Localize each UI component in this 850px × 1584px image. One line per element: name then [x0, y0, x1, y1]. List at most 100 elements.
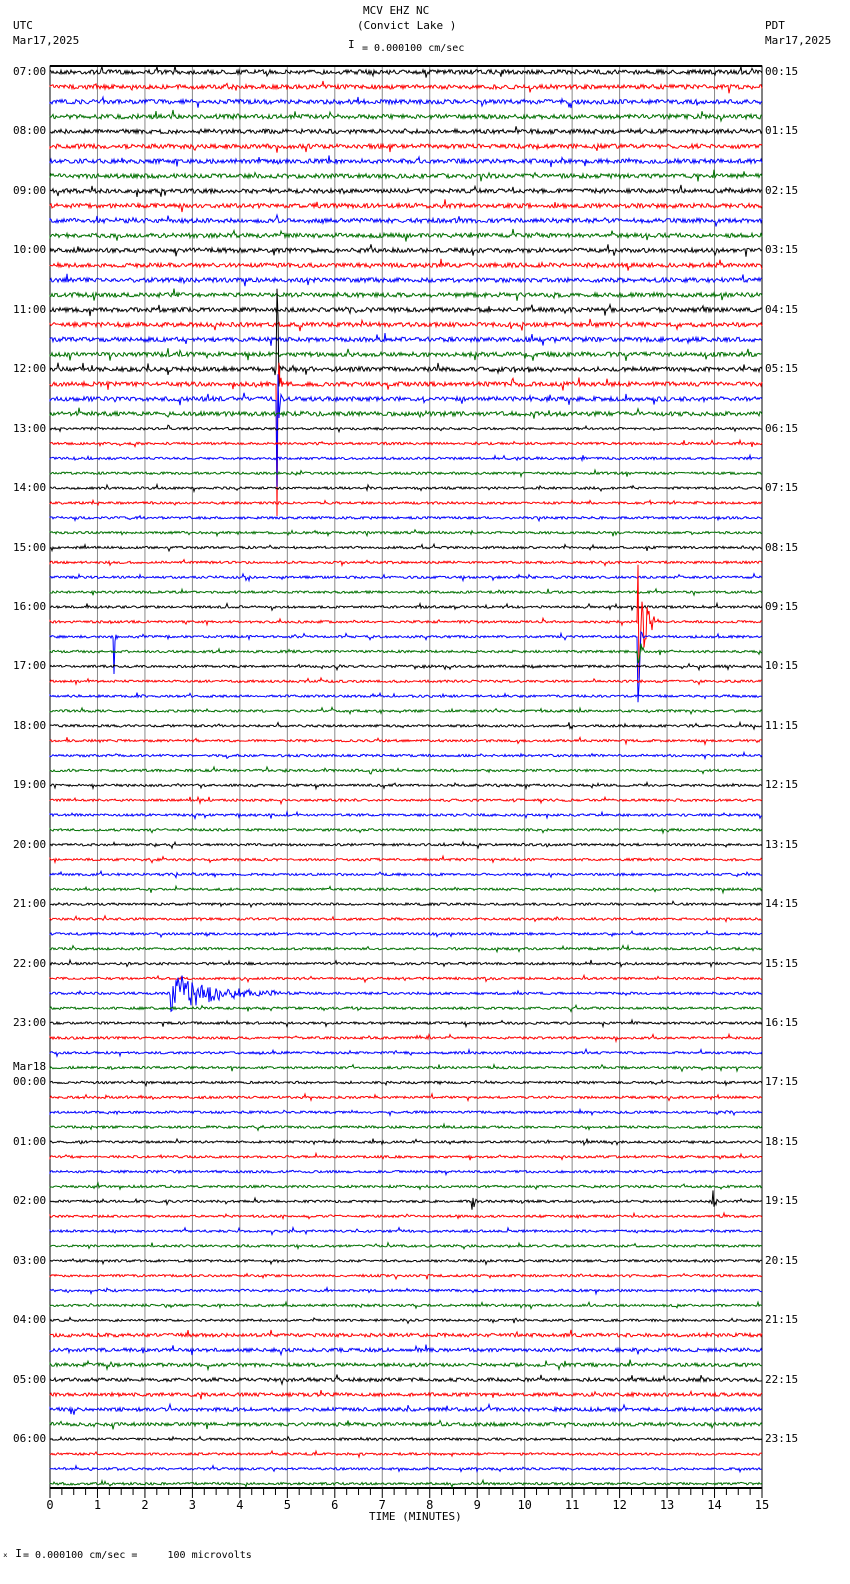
trace-row — [49, 1032, 763, 1044]
pdt-hour-label: 00:15 — [765, 65, 799, 78]
trace-row — [49, 587, 763, 597]
trace-row — [49, 95, 763, 109]
trace-row — [49, 424, 763, 434]
trace-row — [49, 810, 762, 821]
trace-row — [49, 514, 763, 523]
trace-row — [49, 869, 763, 879]
trace-row — [49, 943, 763, 954]
trace-row — [49, 1258, 763, 1266]
trace-row — [49, 498, 763, 507]
utc-hour-label: 20:00 — [13, 837, 47, 851]
utc-hour-label: 04:00 — [13, 1313, 47, 1327]
trace-row — [49, 302, 763, 317]
pdt-hour-label: 22:15 — [765, 1372, 799, 1386]
trace-row — [49, 1225, 763, 1237]
trace-row — [49, 827, 763, 835]
trace-row — [49, 1137, 763, 1147]
x-tick-label: 0 — [46, 1498, 53, 1512]
trace-row — [49, 1359, 763, 1372]
trace-row — [49, 1419, 763, 1430]
trace-row — [49, 750, 763, 761]
pdt-hour-label: 10:15 — [765, 659, 799, 673]
x-tick-label: 3 — [189, 1498, 196, 1512]
trace-row — [49, 542, 763, 553]
trace-row — [49, 691, 762, 700]
utc-hour-label: 22:00 — [13, 956, 47, 970]
pdt-hour-label: 21:15 — [765, 1313, 799, 1327]
x-tick-label: 15 — [755, 1498, 769, 1512]
utc-hour-label: 19:00 — [13, 778, 47, 792]
trace-row — [49, 258, 763, 271]
utc-hour-label: 16:00 — [13, 599, 47, 613]
utc-hour-label: 13:00 — [13, 421, 47, 435]
trace-row — [49, 854, 763, 865]
pdt-hour-label: 14:15 — [765, 897, 799, 911]
x-tick-label: 11 — [565, 1498, 579, 1512]
trace-row — [49, 244, 763, 257]
trace-row — [49, 468, 763, 479]
trace-row — [49, 1063, 763, 1073]
trace-row — [49, 975, 763, 1013]
x-tick-label: 12 — [612, 1498, 626, 1512]
utc-hour-label: 17:00 — [13, 659, 47, 673]
trace-row — [49, 1181, 763, 1191]
pdt-hour-label: 01:15 — [765, 124, 799, 138]
utc-hour-label: 01:00 — [13, 1134, 47, 1148]
trace-row — [49, 1211, 763, 1221]
trace-row — [49, 228, 763, 242]
trace-row — [49, 1389, 763, 1400]
pdt-hour-label: 20:15 — [765, 1253, 799, 1267]
trace-row — [49, 1241, 763, 1251]
trace-row — [49, 973, 763, 984]
pdt-hour-label: 19:15 — [765, 1194, 799, 1208]
utc-hour-label: 11:00 — [13, 302, 47, 316]
x-tick-label: 1 — [94, 1498, 101, 1512]
pdt-hour-label: 13:15 — [765, 837, 799, 851]
trace-row — [49, 318, 763, 332]
trace-row — [49, 736, 763, 746]
trace-row — [49, 1190, 763, 1210]
trace-row — [49, 482, 763, 494]
helicorder: MCV EHZ NC (Convict Lake ) UTC Mar17,202… — [0, 0, 850, 1584]
x-tick-label: 9 — [474, 1498, 481, 1512]
pdt-hour-label: 11:15 — [765, 718, 799, 732]
pdt-hour-label: 16:15 — [765, 1016, 799, 1030]
trace-row — [49, 1449, 763, 1459]
trace-row — [49, 80, 763, 94]
utc-hour-label: 07:00 — [13, 65, 47, 78]
trace-row — [49, 1169, 762, 1177]
pdt-hour-label: 18:15 — [765, 1134, 799, 1148]
trace-row — [49, 900, 763, 909]
trace-row — [49, 1047, 763, 1058]
trace-row — [49, 142, 763, 153]
trace-row — [49, 184, 763, 197]
trace-row — [49, 706, 763, 716]
trace-row — [49, 676, 763, 686]
utc-hour-label: 02:00 — [13, 1194, 47, 1208]
trace-row — [49, 572, 763, 583]
x-tick-label: 5 — [284, 1498, 291, 1512]
utc-hour-label: 12:00 — [13, 362, 47, 376]
pdt-hour-label: 07:15 — [765, 481, 799, 495]
trace-row — [49, 1329, 763, 1339]
pdt-hour-label: 12:15 — [765, 778, 799, 792]
x-tick-label: 7 — [379, 1498, 386, 1512]
date-change-label: Mar18 — [13, 1060, 47, 1074]
trace-row — [49, 109, 763, 123]
pdt-hour-label: 08:15 — [765, 540, 799, 554]
trace-row — [49, 438, 763, 449]
trace-row — [49, 929, 763, 939]
trace-row — [49, 1003, 763, 1013]
utc-hour-label: 21:00 — [13, 897, 47, 911]
trace-row — [49, 1374, 762, 1386]
trace-row — [49, 662, 763, 672]
trace-row — [49, 720, 763, 731]
trace-row — [49, 407, 763, 419]
utc-hour-label: 10:00 — [13, 243, 47, 257]
pdt-hour-label: 02:15 — [765, 183, 799, 197]
trace-row — [49, 1300, 763, 1311]
x-tick-label: 8 — [426, 1498, 433, 1512]
trace-row — [49, 1272, 763, 1281]
utc-hour-label: 06:00 — [13, 1432, 47, 1446]
utc-hour-label: 23:00 — [13, 1016, 47, 1030]
